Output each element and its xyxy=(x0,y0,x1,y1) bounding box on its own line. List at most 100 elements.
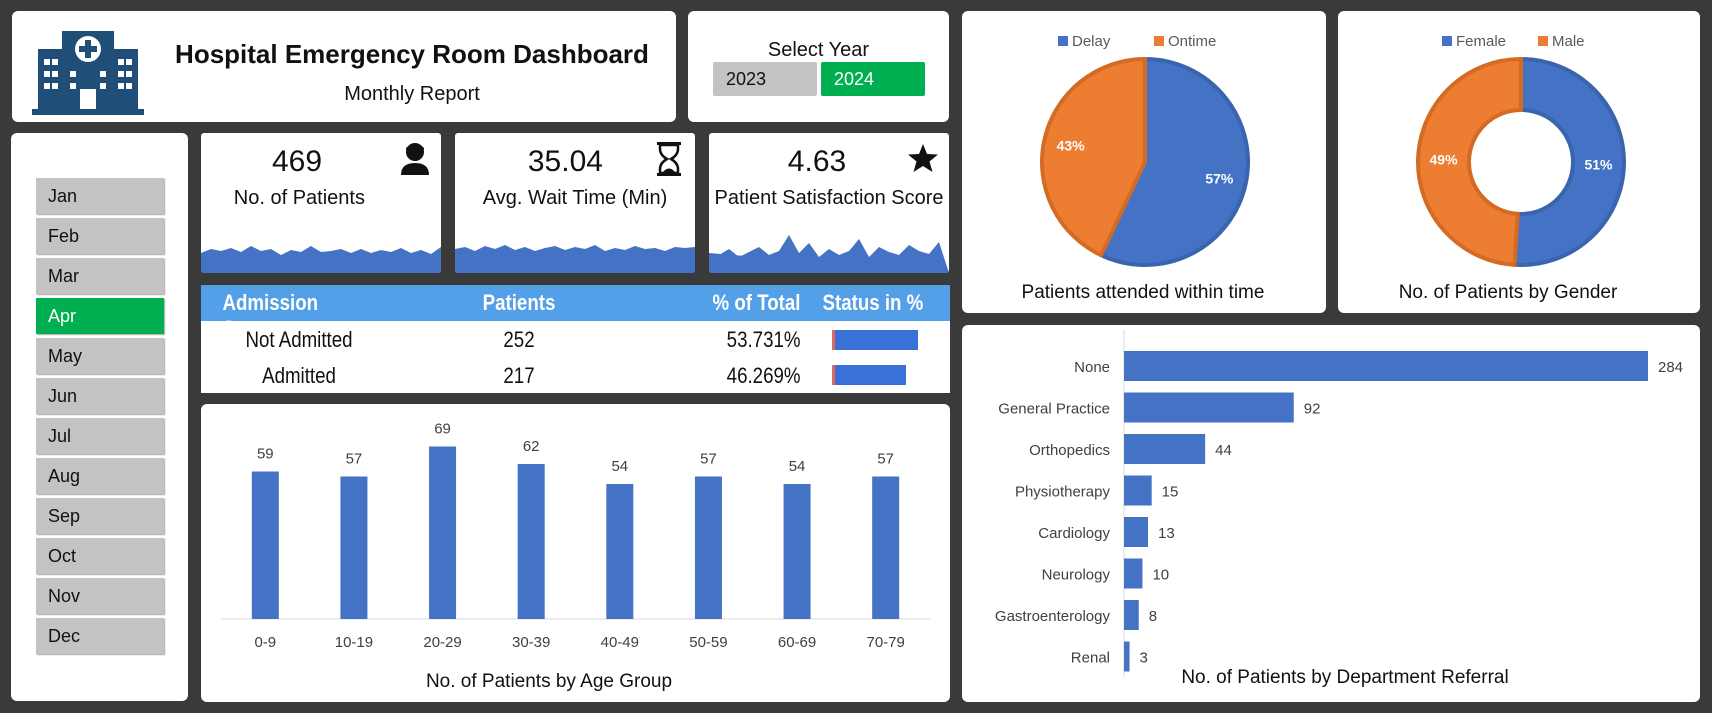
month-selector: Jan Feb Mar Apr May Jun Jul Aug Sep Oct … xyxy=(11,133,188,701)
bar-30-39 xyxy=(517,464,545,619)
y-tick-label: Gastroenterology xyxy=(995,608,1111,625)
bar-50-59 xyxy=(694,476,722,619)
month-button-dec[interactable]: Dec xyxy=(36,618,164,654)
data-label: 10 xyxy=(1152,567,1169,584)
year-selector: Select Year 2023 2024 xyxy=(688,11,949,122)
year-button-2024[interactable]: 2024 xyxy=(821,62,925,96)
data-label: 13 xyxy=(1158,525,1175,542)
page-title: Hospital Emergency Room Dashboard xyxy=(175,39,649,69)
column-header: % of Total xyxy=(712,290,801,315)
title-panel: Hospital Emergency Room Dashboard Monthl… xyxy=(12,11,676,122)
department-chart-panel: 284 None 92 General Practice 44 Orthopedics 15… xyxy=(962,325,1700,702)
data-label: 54 xyxy=(611,458,628,475)
cell-patients: 252 xyxy=(503,327,535,352)
slice-label: 51% xyxy=(1584,156,1613,172)
cell-percent: 46.269% xyxy=(726,363,801,388)
x-tick-label: 0-9 xyxy=(254,634,276,651)
kpi-card-satisfaction: 4.63 Patient Satisfaction Score xyxy=(709,133,949,273)
data-label: 62 xyxy=(523,438,540,455)
cell-status: Admitted xyxy=(262,363,336,388)
slice-label: 49% xyxy=(1430,152,1459,168)
status-bar xyxy=(832,330,918,350)
cell-percent: 53.731% xyxy=(726,327,801,352)
kpi-label: No. of Patients xyxy=(233,187,365,209)
cell-patients: 217 xyxy=(503,363,535,388)
gender-donut-chart: 51% 49% Female Male No. of Patients by Gende… xyxy=(1399,33,1626,303)
x-tick-label: 40-49 xyxy=(601,634,639,651)
chart-title: Patients attended within time xyxy=(1022,282,1265,303)
kpi-label: Patient Satisfaction Score xyxy=(714,187,944,209)
data-label: 57 xyxy=(877,451,894,468)
kpi-sparkline xyxy=(455,245,695,273)
legend-swatch xyxy=(1154,36,1164,46)
month-button-nov[interactable]: Nov xyxy=(36,578,164,614)
data-label: 44 xyxy=(1215,442,1232,459)
legend-label: Ontime xyxy=(1168,33,1216,50)
month-button-mar[interactable]: Mar xyxy=(36,258,164,294)
kpi-sparkline xyxy=(709,235,949,273)
legend-label: Male xyxy=(1552,33,1585,50)
month-button-oct[interactable]: Oct xyxy=(36,538,164,574)
data-label: 3 xyxy=(1140,650,1148,667)
age-group-chart: 59 0-9 57 10-19 69 20-29 62 30-39 54 40-49 57 50-59… xyxy=(221,421,930,692)
kpi-value: 4.63 xyxy=(787,145,847,178)
x-tick-label: 50-59 xyxy=(689,634,727,651)
data-label: 284 xyxy=(1658,359,1683,376)
data-label: 69 xyxy=(434,421,451,438)
legend-swatch xyxy=(1058,36,1068,46)
x-tick-label: 30-39 xyxy=(512,634,550,651)
timeliness-chart-panel: 57% 43% Delay Ontime Patients attended withi… xyxy=(962,11,1326,313)
x-tick-label: 20-29 xyxy=(423,634,461,651)
y-tick-label: None xyxy=(1074,359,1110,376)
bar-renal xyxy=(1124,641,1130,672)
bar-gastroenterology xyxy=(1124,600,1139,630)
month-button-jan[interactable]: Jan xyxy=(36,178,164,214)
chart-title: No. of Patients by Age Group xyxy=(426,671,672,692)
y-tick-label: Cardiology xyxy=(1038,525,1110,542)
bar-10-19 xyxy=(340,476,368,619)
x-tick-label: 70-79 xyxy=(867,634,905,651)
column-header: Status in % xyxy=(822,290,924,315)
kpi-value: 35.04 xyxy=(527,145,603,178)
kpi-card-patients: 469 No. of Patients xyxy=(201,133,441,273)
x-tick-label: 10-19 xyxy=(335,634,373,651)
chart-title: No. of Patients by Department Referral xyxy=(1181,667,1508,688)
kpi-card-wait-time: 35.04 Avg. Wait Time (Min) xyxy=(455,133,695,273)
bar-orthopedics xyxy=(1124,434,1206,464)
year-button-2023[interactable]: 2023 xyxy=(713,62,817,96)
month-button-feb[interactable]: Feb xyxy=(36,218,164,254)
x-tick-label: 60-69 xyxy=(778,634,816,651)
kpi-label: Avg. Wait Time (Min) xyxy=(482,187,668,209)
month-button-may[interactable]: May xyxy=(36,338,164,374)
hourglass-icon xyxy=(657,142,681,176)
bar-neurology xyxy=(1124,558,1143,589)
bar-70-79 xyxy=(872,476,900,619)
data-label: 15 xyxy=(1162,484,1179,501)
page-subtitle: Monthly Report xyxy=(344,83,480,105)
data-label: 59 xyxy=(257,446,274,463)
y-tick-label: Orthopedics xyxy=(1029,442,1110,459)
bar-physiotherapy xyxy=(1124,475,1152,506)
y-tick-label: Physiotherapy xyxy=(1015,484,1111,501)
kpi-sparkline xyxy=(201,246,441,273)
month-button-jun[interactable]: Jun xyxy=(36,378,164,414)
month-button-jul[interactable]: Jul xyxy=(36,418,164,454)
data-label: 57 xyxy=(700,451,717,468)
month-button-sep[interactable]: Sep xyxy=(36,498,164,534)
timeliness-pie-chart: 57% 43% Delay Ontime Patients attended withi… xyxy=(1022,33,1265,303)
legend-label: Female xyxy=(1456,33,1506,50)
legend-swatch xyxy=(1442,36,1452,46)
department-referral-chart: 284 None 92 General Practice 44 Orthopedics 15… xyxy=(995,330,1683,688)
month-button-aug[interactable]: Aug xyxy=(36,458,164,494)
admission-status-table: Admission Status Patients % of Total Sta… xyxy=(201,285,950,393)
age-group-chart-panel: 59 0-9 57 10-19 69 20-29 62 30-39 54 40-49 57 50-59… xyxy=(201,404,950,702)
bar-cardiology xyxy=(1124,517,1148,547)
bar-none xyxy=(1124,351,1648,381)
y-tick-label: Neurology xyxy=(1042,567,1111,584)
table-header: Admission Status Patients % of Total Sta… xyxy=(201,285,950,341)
bar-general-practice xyxy=(1124,392,1294,423)
legend-swatch xyxy=(1538,36,1548,46)
bar-20-29 xyxy=(429,446,457,619)
month-button-apr[interactable]: Apr xyxy=(36,298,164,334)
legend-label: Delay xyxy=(1072,33,1111,50)
